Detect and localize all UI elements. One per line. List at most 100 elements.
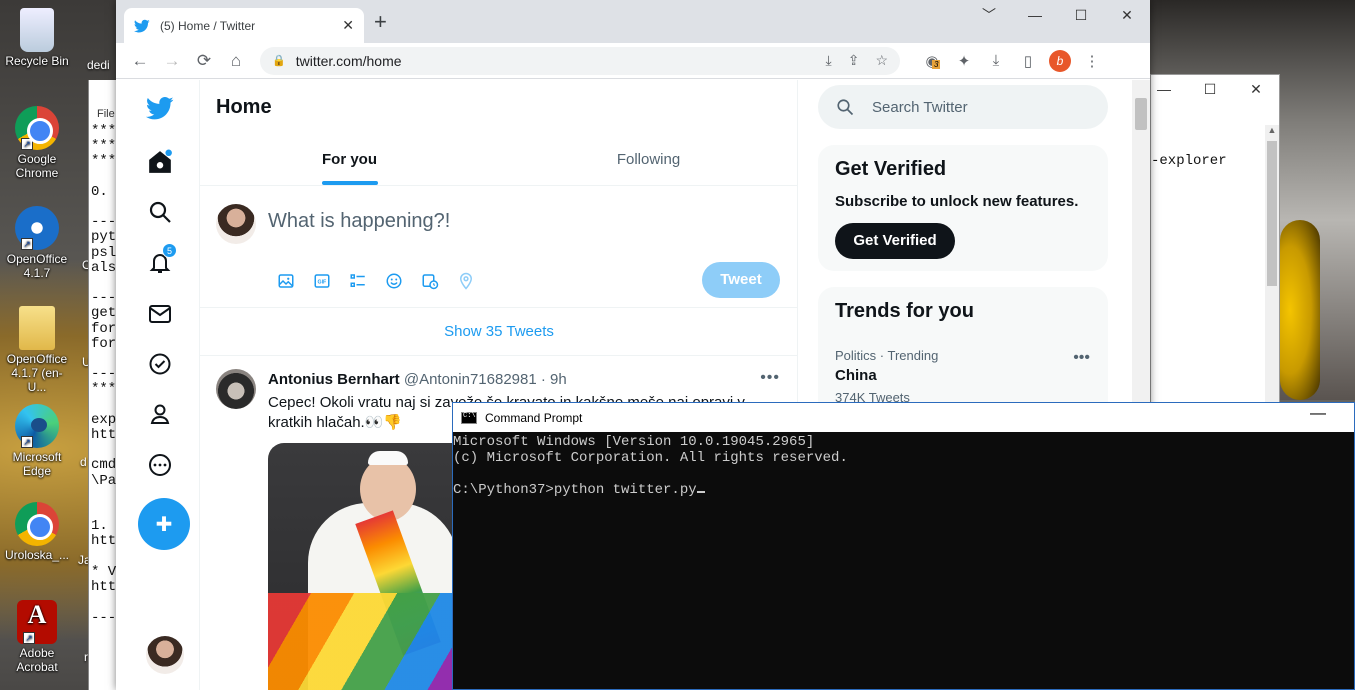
gif-icon[interactable]: GIF: [304, 270, 340, 292]
tweet-author-avatar[interactable]: [216, 369, 256, 409]
notepad-menu-file[interactable]: File: [97, 108, 115, 120]
account-avatar[interactable]: [146, 636, 184, 674]
bookmark-star-icon[interactable]: ☆: [875, 52, 888, 69]
command-prompt-window[interactable]: Command Prompt — Microsoft Windows [Vers…: [452, 402, 1355, 690]
show-new-tweets-link[interactable]: Show 35 Tweets: [200, 308, 798, 356]
desktop-icon-google-chrome[interactable]: ↗ Google Chrome: [4, 106, 70, 180]
desktop-icon-label: Uroloska_...: [4, 548, 70, 562]
home-nav-icon[interactable]: [146, 148, 174, 176]
cmd-titlebar[interactable]: Command Prompt —: [453, 403, 1354, 432]
scrollbar[interactable]: ▲: [1265, 125, 1279, 405]
home-icon[interactable]: ⌂: [220, 47, 252, 75]
cmd-output[interactable]: Microsoft Windows [Version 10.0.19045.29…: [453, 432, 1354, 498]
desktop-icon-recycle-bin[interactable]: Recycle Bin: [4, 8, 70, 68]
maximize-button[interactable]: ☐: [1058, 0, 1104, 32]
wallpaper-car: [1280, 220, 1320, 400]
extension-badge: 3: [932, 59, 941, 69]
tweet-more-icon[interactable]: •••: [760, 369, 780, 387]
menu-kebab-icon[interactable]: ⋮: [1076, 52, 1108, 70]
trend-more-icon[interactable]: •••: [1073, 349, 1090, 367]
url-text[interactable]: twitter.com/home: [296, 53, 810, 69]
more-circle-icon[interactable]: [146, 451, 174, 479]
notifications-bell-icon[interactable]: 5: [146, 243, 177, 277]
window-controls: — ☐ ✕: [1141, 75, 1279, 105]
scroll-up-arrow-icon[interactable]: ▲: [1265, 125, 1279, 135]
trends-title: Trends for you: [835, 300, 974, 322]
recycle-bin-icon: [20, 8, 54, 52]
extension-icon[interactable]: ◉3: [916, 52, 948, 70]
share-icon[interactable]: ⇪: [848, 52, 860, 69]
tab-strip: (5) Home / Twitter ✕ + ﹀ — ☐ ✕: [116, 0, 1150, 43]
new-tab-button[interactable]: +: [374, 11, 387, 33]
twitter-favicon-icon: [134, 19, 150, 32]
twitter-logo-icon[interactable]: [146, 94, 174, 122]
get-verified-card: Get Verified Subscribe to unlock new fea…: [818, 145, 1108, 271]
desktop-icon-openoffice-folder[interactable]: OpenOffice 4.1.7 (en-U...: [4, 306, 70, 394]
desktop-icon-uroloska[interactable]: Uroloska_...: [4, 502, 70, 562]
forward-arrow-icon[interactable]: →: [156, 47, 188, 75]
close-button[interactable]: ✕: [1104, 0, 1150, 32]
cmd-line: Microsoft Windows [Version 10.0.19045.29…: [453, 434, 815, 450]
tab-close-icon[interactable]: ✕: [342, 17, 354, 34]
page-scrollbar-thumb[interactable]: [1135, 98, 1147, 130]
page-title: Home: [216, 96, 272, 118]
tweet-button[interactable]: Tweet: [702, 262, 780, 298]
profile-avatar[interactable]: b: [1044, 49, 1076, 72]
cmd-prompt-line: C:\Python37>python twitter.py: [453, 482, 697, 498]
explore-search-icon[interactable]: [146, 198, 174, 226]
timeline-tabs: For you Following: [200, 133, 798, 186]
search-input[interactable]: Search Twitter: [872, 99, 968, 116]
desktop-icon-openoffice[interactable]: ↗ OpenOffice 4.1.7: [4, 206, 70, 280]
composer-avatar[interactable]: [216, 204, 256, 244]
get-verified-button[interactable]: Get Verified: [835, 223, 955, 259]
tab-title: (5) Home / Twitter: [160, 18, 256, 33]
tab-search-button[interactable]: ﹀: [966, 0, 1012, 32]
desktop-icon-label: OpenOffice 4.1.7: [6, 252, 68, 280]
notepad-text[interactable]: *** *** *** 0. --- pyt psl als --- get f…: [91, 123, 116, 626]
install-app-icon[interactable]: ⤓: [826, 52, 832, 69]
verified-check-icon[interactable]: [146, 350, 174, 378]
messages-envelope-icon[interactable]: [146, 300, 174, 328]
side-panel-icon[interactable]: ▯: [1012, 52, 1044, 70]
compose-tweet-button[interactable]: ✚: [138, 498, 190, 550]
tab-for-you[interactable]: For you: [200, 133, 499, 185]
tweet-author-handle[interactable]: @Antonin71682981: [404, 371, 537, 388]
profile-initial: b: [1049, 49, 1071, 72]
browser-toolbar: ← → ⟳ ⌂ 🔒 twitter.com/home ⤓ ⇪ ☆ ◉3 ✦ ⤓ …: [116, 43, 1150, 79]
profile-person-icon[interactable]: [146, 400, 174, 428]
desktop-icon-label: Google Chrome: [15, 152, 59, 180]
downloads-icon[interactable]: ⤓: [980, 52, 1012, 69]
extensions-area: ◉3 ✦ ⤓ ▯ b ⋮: [916, 49, 1108, 72]
browser-tab-twitter[interactable]: (5) Home / Twitter ✕: [124, 8, 364, 43]
poll-icon[interactable]: [340, 270, 376, 292]
reload-icon[interactable]: ⟳: [188, 47, 220, 75]
text-cursor: [696, 491, 705, 493]
back-arrow-icon[interactable]: ←: [124, 47, 156, 75]
emoji-icon[interactable]: [376, 270, 412, 292]
location-pin-icon[interactable]: [448, 270, 484, 292]
openoffice-icon: ↗: [15, 206, 59, 250]
schedule-icon[interactable]: [412, 270, 448, 292]
tweet-media-image[interactable]: [268, 443, 468, 690]
search-box[interactable]: Search Twitter: [818, 85, 1108, 129]
address-bar[interactable]: 🔒 twitter.com/home ⤓ ⇪ ☆: [260, 46, 900, 75]
maximize-button[interactable]: ☐: [1187, 75, 1233, 105]
tab-following[interactable]: Following: [499, 133, 798, 185]
background-editor-window[interactable]: — ☐ ✕ -explorer ▲: [1150, 74, 1280, 405]
puzzle-extensions-icon[interactable]: ✦: [948, 52, 980, 70]
lock-icon[interactable]: 🔒: [272, 54, 286, 67]
desktop-icon-adobe-acrobat[interactable]: ↗ Adobe Acrobat: [4, 600, 70, 674]
minimize-button[interactable]: —: [1310, 405, 1326, 423]
desktop-icon-microsoft-edge[interactable]: ↗ Microsoft Edge: [4, 404, 70, 478]
close-button[interactable]: ✕: [1233, 75, 1279, 105]
minimize-button[interactable]: —: [1012, 0, 1058, 32]
acrobat-icon: ↗: [17, 600, 57, 644]
tweet-author-name[interactable]: Antonius Bernhart: [268, 371, 400, 388]
trend-name[interactable]: China: [835, 367, 877, 384]
compose-input[interactable]: What is happening?!: [268, 210, 450, 233]
scrollbar-thumb[interactable]: [1267, 141, 1277, 286]
tweet-time[interactable]: · 9h: [541, 371, 567, 388]
edge-icon: ↗: [15, 404, 59, 448]
media-image-icon[interactable]: [268, 270, 304, 292]
desktop-icon-label: Microsoft Edge: [12, 450, 62, 478]
